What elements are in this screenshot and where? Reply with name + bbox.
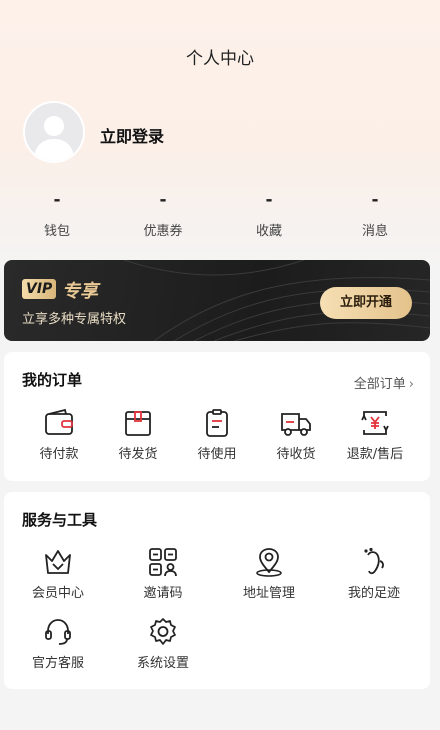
stat-label: 优惠券 — [143, 224, 183, 239]
stat-value: - — [53, 190, 61, 210]
chevron-right-icon: › — [408, 377, 414, 392]
invite-code-icon — [149, 548, 177, 577]
order-pending-payment[interactable]: 待付款 — [14, 408, 104, 462]
all-orders-link[interactable]: 全部订单 › — [354, 373, 414, 392]
order-label: 待使用 — [197, 447, 237, 462]
stat-value: - — [159, 190, 167, 210]
service-invite-code[interactable]: 邀请码 — [118, 547, 208, 601]
service-customer-support[interactable]: 官方客服 — [13, 617, 103, 671]
order-to-use[interactable]: 待使用 — [172, 408, 262, 462]
order-pending-shipment[interactable]: 待发货 — [93, 408, 183, 462]
vip-subtitle: 立享多种专属特权 — [22, 312, 127, 327]
stat-messages[interactable]: - 消息 — [335, 190, 415, 239]
service-label: 系统设置 — [136, 656, 189, 671]
stat-label: 消息 — [361, 224, 388, 239]
stat-label: 收藏 — [255, 224, 282, 239]
all-orders-label: 全部订单 — [353, 377, 406, 392]
location-pin-icon — [256, 548, 282, 577]
service-footprint[interactable]: 我的足迹 — [329, 547, 419, 601]
headset-icon — [45, 619, 71, 645]
truck-icon — [281, 413, 311, 436]
order-refund[interactable]: 退款/售后 — [330, 408, 420, 462]
footprint-icon — [364, 547, 384, 575]
page-title: 个人中心 — [186, 49, 254, 69]
order-to-receive[interactable]: 待收货 — [251, 408, 341, 462]
service-label: 会员中心 — [31, 586, 84, 601]
vip-title: 专享 — [62, 281, 98, 302]
stat-favorites[interactable]: - 收藏 — [229, 190, 309, 239]
service-member-center[interactable]: 会员中心 — [13, 547, 103, 601]
order-label: 待发货 — [118, 447, 158, 462]
service-label: 官方客服 — [31, 656, 84, 671]
vip-activate-button[interactable]: 立即开通 — [320, 287, 412, 319]
service-system-settings[interactable]: 系统设置 — [118, 617, 208, 671]
default-avatar-icon — [33, 116, 75, 161]
order-label: 退款/售后 — [346, 447, 404, 462]
stat-wallet[interactable]: - 钱包 — [17, 190, 97, 239]
order-label: 待收货 — [276, 447, 316, 462]
avatar[interactable] — [23, 101, 85, 163]
services-title: 服务与工具 — [22, 511, 98, 529]
orders-card: 我的订单 全部订单 › 待付款 待发货 待使用 待收货 退款/售后 — [4, 352, 430, 481]
service-label: 地址管理 — [242, 586, 295, 601]
stat-coupons[interactable]: - 优惠券 — [123, 190, 203, 239]
stat-value: - — [371, 190, 379, 210]
vip-badge: VIP — [22, 279, 57, 299]
crown-icon — [45, 550, 71, 574]
stat-value: - — [265, 190, 273, 210]
order-label: 待付款 — [39, 447, 79, 462]
services-card: 服务与工具 会员中心 邀请码 地址管理 我的足迹 官方客服 系统设置 — [4, 492, 430, 689]
service-label: 我的足迹 — [347, 586, 400, 601]
service-label: 邀请码 — [143, 586, 183, 601]
stat-label: 钱包 — [43, 224, 70, 239]
login-link[interactable]: 立即登录 — [100, 123, 164, 147]
vip-banner[interactable]: VIP 专享 立享多种专属特权 立即开通 — [4, 260, 430, 341]
service-address-management[interactable]: 地址管理 — [224, 547, 314, 601]
clipboard-icon — [206, 409, 228, 437]
orders-title: 我的订单 — [22, 371, 83, 389]
gear-icon — [150, 618, 176, 645]
refund-icon — [361, 411, 389, 435]
package-icon — [125, 411, 151, 436]
wallet-icon — [45, 408, 73, 435]
